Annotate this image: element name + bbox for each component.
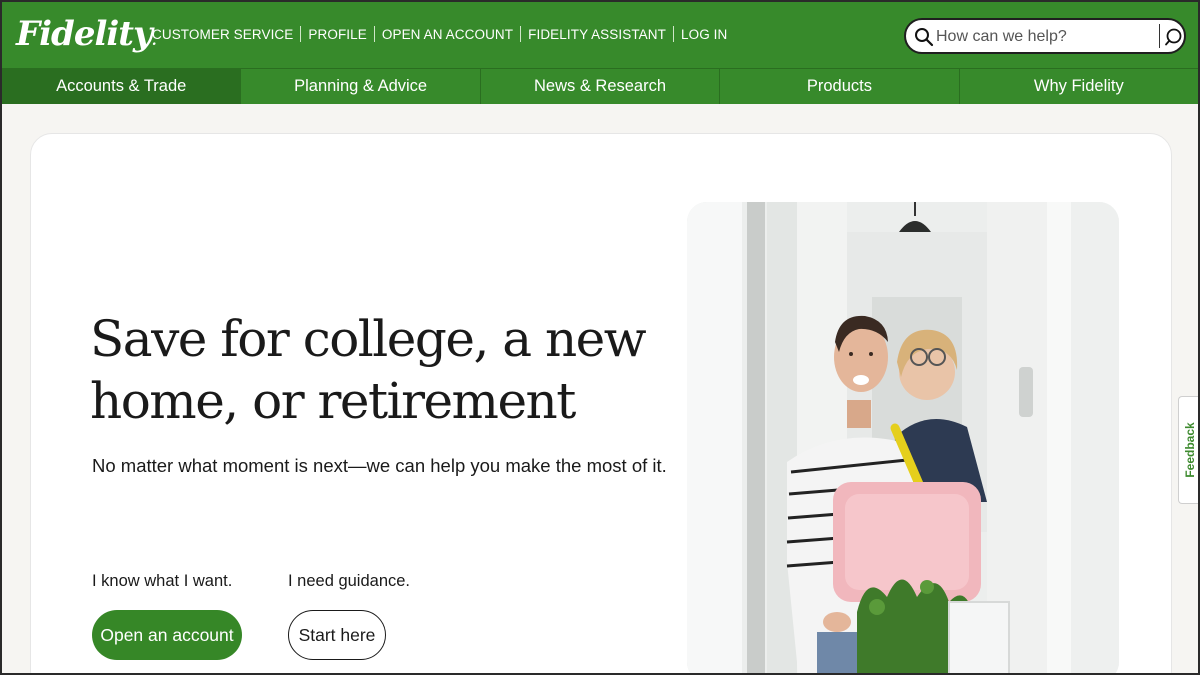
feedback-label: Feedback bbox=[1182, 422, 1197, 478]
search-input[interactable] bbox=[936, 26, 1154, 48]
utility-link-log-in[interactable]: LOG IN bbox=[681, 27, 727, 42]
search-divider bbox=[1159, 24, 1160, 48]
utility-divider bbox=[373, 26, 375, 42]
utility-link-customer-service[interactable]: CUSTOMER SERVICE bbox=[152, 27, 293, 42]
hero-subheadline: No matter what moment is next—we can hel… bbox=[92, 455, 667, 476]
nav-news-research[interactable]: News & Research bbox=[481, 69, 721, 104]
hero-headline: Save for college, a new home, or retirem… bbox=[90, 308, 650, 432]
search-box bbox=[904, 18, 1186, 54]
utility-divider bbox=[300, 26, 302, 42]
chat-icon[interactable] bbox=[1163, 27, 1183, 47]
nav-planning-advice[interactable]: Planning & Advice bbox=[241, 69, 481, 104]
know-what-i-want-label: I know what I want. bbox=[92, 572, 233, 590]
feedback-tab[interactable]: Feedback bbox=[1178, 396, 1200, 504]
need-guidance-label: I need guidance. bbox=[288, 572, 411, 590]
hero-photo bbox=[687, 202, 1119, 675]
nav-accounts-trade[interactable]: Accounts & Trade bbox=[2, 69, 242, 104]
nav-why-fidelity[interactable]: Why Fidelity bbox=[960, 69, 1198, 104]
open-account-button[interactable]: Open an account bbox=[92, 610, 242, 660]
utility-link-open-account[interactable]: OPEN AN ACCOUNT bbox=[382, 27, 513, 42]
hero-photo-illustration bbox=[687, 202, 1119, 675]
top-header: Fidelity. CUSTOMER SERVICE PROFILE OPEN … bbox=[0, 0, 1200, 68]
start-here-button[interactable]: Start here bbox=[288, 610, 386, 660]
utility-link-fidelity-assistant[interactable]: FIDELITY ASSISTANT bbox=[528, 27, 666, 42]
nav-products[interactable]: Products bbox=[720, 69, 960, 104]
utility-divider bbox=[520, 26, 522, 42]
main-nav: Accounts & Trade Planning & Advice News … bbox=[0, 68, 1200, 104]
hero-headline-line-2: home, or retirement bbox=[90, 372, 576, 430]
utility-divider bbox=[672, 26, 674, 42]
search-icon[interactable] bbox=[914, 27, 934, 47]
fidelity-logo[interactable]: Fidelity. bbox=[16, 14, 157, 54]
utility-link-profile[interactable]: PROFILE bbox=[308, 27, 366, 42]
hero-headline-line-1: Save for college, a new bbox=[90, 310, 647, 368]
utility-nav: CUSTOMER SERVICE PROFILE OPEN AN ACCOUNT… bbox=[152, 26, 727, 42]
